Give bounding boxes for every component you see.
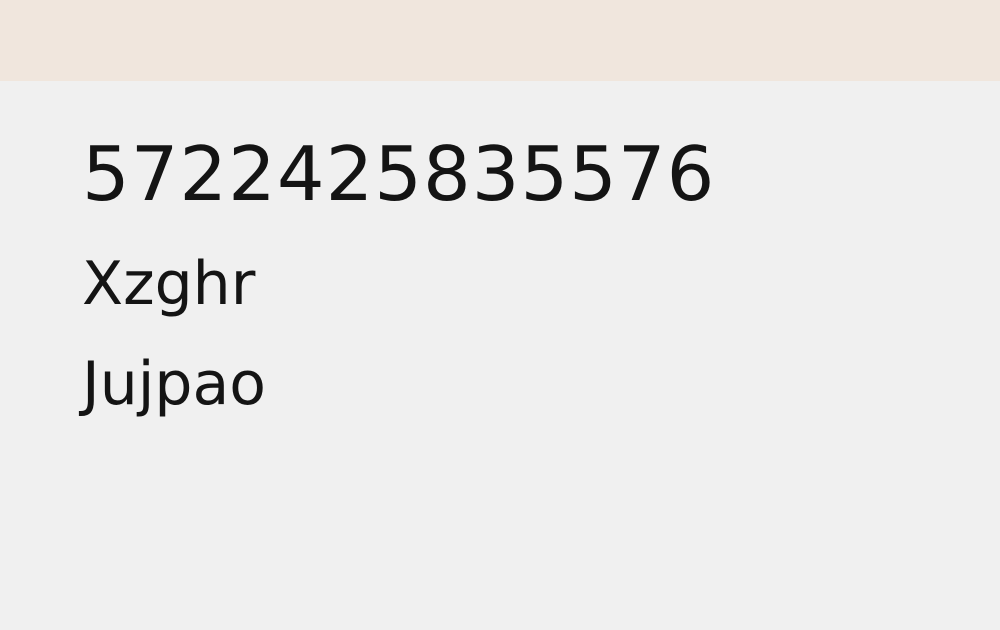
top-bar xyxy=(0,0,1000,81)
content-area: 5722425835576 Xzghr Jujpao xyxy=(82,130,715,434)
name-line-2: Jujpao xyxy=(82,349,266,419)
phone-number-text: 5722425835576 xyxy=(82,130,716,218)
name-line-1: Xzghr xyxy=(82,249,256,319)
